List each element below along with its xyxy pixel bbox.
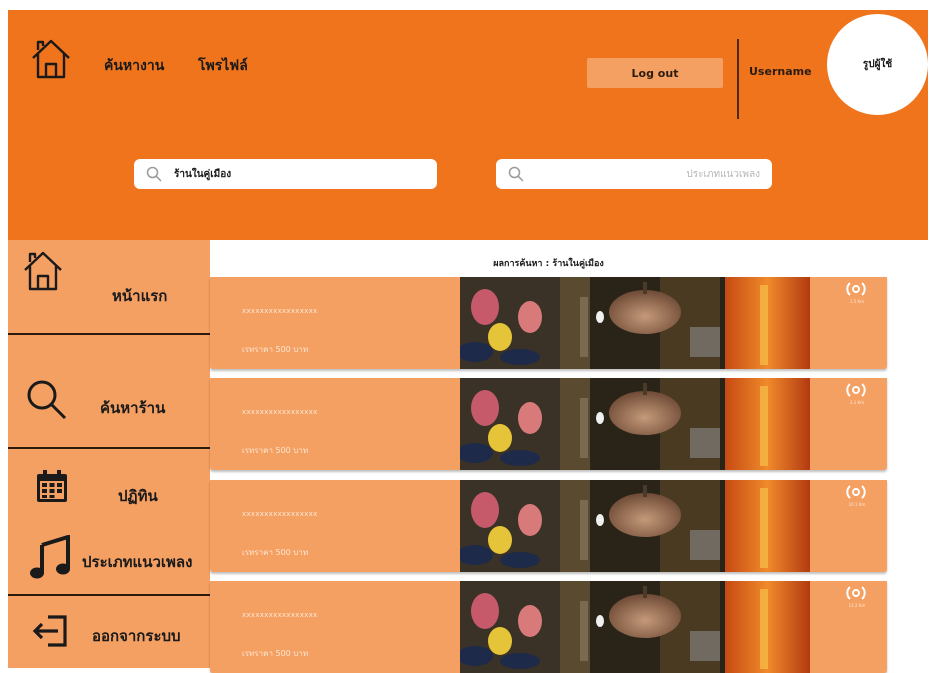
genre-search-input[interactable]: ประเภทแนวเพลง [496,159,772,189]
results-title: ผลการค้นหา : ร้านในคู่เมือง [493,259,604,269]
search-icon [27,380,67,420]
venue-photo [460,277,810,369]
location-pin-icon [846,383,866,397]
location-pin-icon [846,282,866,296]
venue-name: xxxxxxxxxxxxxxxxx [242,408,318,416]
logout-button[interactable]: Log out [587,58,723,88]
sidebar-item-label: ปฏิทิน [118,487,158,505]
music-note-icon [30,535,70,579]
sidebar-item-home[interactable]: หน้าแรก [8,240,210,333]
username-label[interactable]: Username [749,65,812,78]
location-pin-icon [846,586,866,600]
location-search-input[interactable]: ร้านในคู่เมือง [134,159,437,189]
logout-icon [32,615,67,647]
venue-name: xxxxxxxxxxxxxxxxx [242,611,318,619]
venue-price: เรทราคา 500 บาท [242,649,309,658]
venue-distance: 10.1 Km [848,502,866,507]
home-icon[interactable] [30,36,72,80]
venue-name: xxxxxxxxxxxxxxxxx [242,307,318,315]
venue-price: เรทราคา 500 บาท [242,345,309,354]
location-pin-icon [846,485,866,499]
genre-search-placeholder: ประเภทแนวเพลง [686,168,760,180]
sidebar-item-label: ออกจากระบบ [92,627,181,645]
nav-find-job[interactable]: ค้นหางาน [104,55,164,77]
result-card[interactable]: xxxxxxxxxxxxxxxxx เรทราคา 500 บาท 1.5 Km [210,277,887,369]
venue-price: เรทราคา 500 บาท [242,548,309,557]
sidebar-item-label: ประเภทแนวเพลง [82,553,193,571]
sidebar-item-search-shop[interactable]: ค้นหาร้าน [8,335,210,447]
top-header: ค้นหางาน โพรไฟล์ Log out Username รูปผู้… [8,10,928,240]
sidebar-item-calendar[interactable]: ปฏิทิน [8,449,210,509]
venue-distance: 11.2 Km [848,603,866,608]
card-info: xxxxxxxxxxxxxxxxx เรทราคา 500 บาท [210,581,460,673]
avatar-label: รูปผู้ใช้ [862,59,893,70]
card-info: xxxxxxxxxxxxxxxxx เรทราคา 500 บาท [210,378,460,470]
home-icon [24,251,62,291]
search-icon [146,166,162,182]
card-info: xxxxxxxxxxxxxxxxx เรทราคา 500 บาท [210,480,460,572]
sidebar-item-label: ค้นหาร้าน [100,399,166,417]
card-info: xxxxxxxxxxxxxxxxx เรทราคา 500 บาท [210,277,460,369]
sidebar: หน้าแรก ค้นหาร้าน ปฏิทิน ประเภทแนวเพลง อ… [8,240,210,668]
venue-photo [460,581,810,673]
venue-name: xxxxxxxxxxxxxxxxx [242,510,318,518]
sidebar-item-logout[interactable]: ออกจากระบบ [8,596,210,668]
venue-distance: 3.1 Km [849,400,865,405]
search-icon [508,166,524,182]
result-card[interactable]: xxxxxxxxxxxxxxxxx เรทราคา 500 บาท 11.2 K… [210,581,887,673]
venue-price: เรทราคา 500 บาท [242,446,309,455]
location-search-value: ร้านในคู่เมือง [174,168,232,180]
calendar-icon [37,470,67,502]
nav-profile[interactable]: โพรไฟล์ [198,55,248,77]
venue-distance: 1.5 Km [849,299,865,304]
sidebar-item-music-genre[interactable]: ประเภทแนวเพลง [8,520,210,582]
avatar[interactable]: รูปผู้ใช้ [827,14,928,115]
header-divider [737,39,739,119]
venue-photo [460,480,810,572]
sidebar-item-label: หน้าแรก [112,287,168,305]
result-card[interactable]: xxxxxxxxxxxxxxxxx เรทราคา 500 บาท 3.1 Km [210,378,887,470]
venue-photo [460,378,810,470]
result-card[interactable]: xxxxxxxxxxxxxxxxx เรทราคา 500 บาท 10.1 K… [210,480,887,572]
